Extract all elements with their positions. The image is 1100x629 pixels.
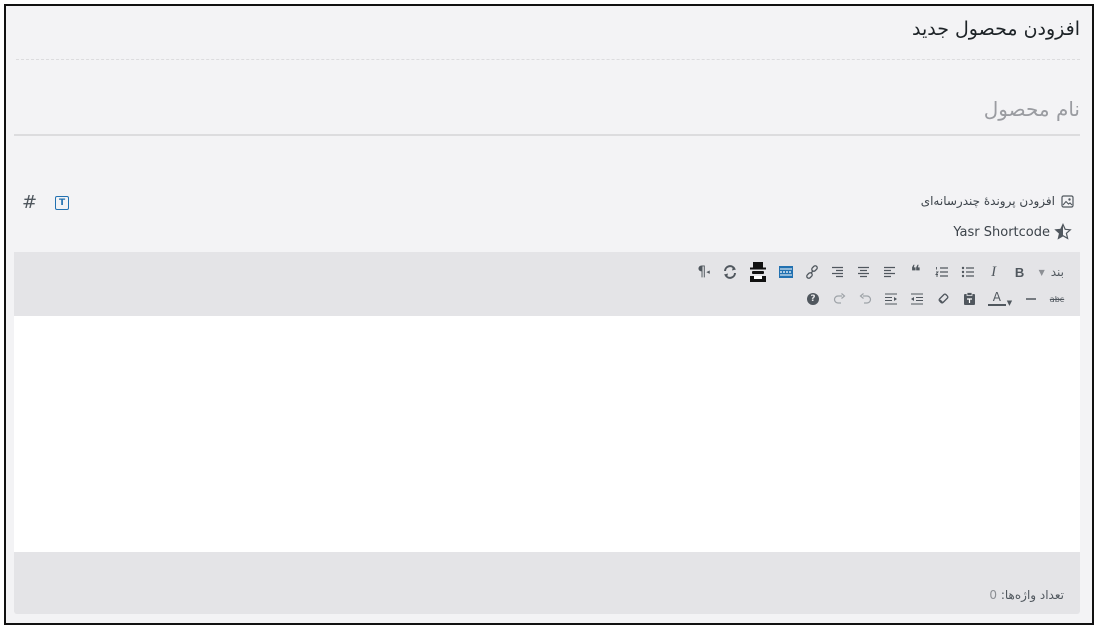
outdent-icon [911,293,923,305]
text-color-button[interactable]: A ▼ [982,287,1018,311]
format-select-label: بند [1050,265,1064,279]
indent-button[interactable] [878,287,904,311]
align-right-button[interactable] [825,260,851,284]
spy-button[interactable] [743,260,773,284]
blockquote-button[interactable]: ❝ [903,260,929,284]
horizontal-line-button[interactable] [1018,287,1044,311]
format-select[interactable]: بند ▼ [1033,260,1070,284]
editor-tabs: # T [22,192,70,213]
text-tab-icon[interactable]: T [55,195,70,210]
insert-link-button[interactable] [799,260,825,284]
editor-status-bar: تعداد واژه‌ها: 0 [14,552,1080,614]
italic-button[interactable]: I [981,260,1007,284]
word-count-value: 0 [989,588,997,602]
eraser-icon [938,293,949,304]
help-icon: ? [807,293,819,305]
yasr-label: Yasr Shortcode [953,224,1050,240]
outdent-button[interactable] [904,287,930,311]
align-left-button[interactable] [877,260,903,284]
link-icon [805,265,818,279]
indent-icon [885,293,897,305]
bold-button[interactable]: B [1007,260,1033,284]
align-left-icon [884,266,896,278]
page-title: افزودن محصول جدید [911,18,1080,40]
word-count: تعداد واژه‌ها: 0 [989,588,1064,602]
yasr-shortcode-button[interactable]: Yasr Shortcode [953,223,1072,241]
add-media-button[interactable]: افزودن پروندهٔ چندرسانه‌ای [921,194,1074,208]
paste-as-text-button[interactable] [956,287,982,311]
refresh-button[interactable] [717,260,743,284]
hash-icon[interactable]: # [22,192,37,213]
toolbar-row-1: بند ▼ B I ❝ ¶ ◂ [691,260,1070,284]
paragraph-rtl-button[interactable]: ¶ ◂ [691,260,717,284]
add-product-panel: افزودن محصول جدید # T افزودن پروندهٔ چند… [4,4,1094,625]
align-right-icon [832,266,844,278]
title-divider [16,59,1080,60]
redo-icon [833,293,845,304]
clear-formatting-button[interactable] [930,287,956,311]
help-button[interactable]: ? [800,287,826,311]
align-center-icon [858,266,870,278]
paragraph-icon: ¶ [697,264,707,280]
chevron-down-icon: ▼ [1006,299,1013,307]
toolbar-row-2: abc A ▼ ? [800,287,1070,311]
content-editor[interactable] [14,316,1080,552]
align-center-button[interactable] [851,260,877,284]
add-media-label: افزودن پروندهٔ چندرسانه‌ای [920,194,1055,208]
product-name-input[interactable] [14,84,1080,136]
editor-toolbar: بند ▼ B I ❝ ¶ ◂ abc A ▼ ? [14,252,1080,316]
numbered-list-icon [934,267,948,277]
star-half-icon [1054,223,1072,240]
undo-button[interactable] [852,287,878,311]
strikethrough-button[interactable]: abc [1044,287,1070,311]
clipboard-icon [963,292,975,305]
redo-button[interactable] [826,287,852,311]
bulleted-list-icon [961,266,974,278]
numbered-list-button[interactable] [929,260,955,284]
read-more-icon [778,266,793,278]
undo-icon [859,293,871,304]
text-color-icon: A [992,290,1001,304]
spy-icon [749,262,766,282]
horizontal-line-icon [1026,298,1036,300]
media-icon [1061,194,1074,208]
chevron-down-icon: ▼ [1038,267,1045,277]
bulleted-list-button[interactable] [955,260,981,284]
refresh-icon [723,265,736,279]
word-count-label: تعداد واژه‌ها: [1000,588,1064,602]
read-more-button[interactable] [773,260,799,284]
